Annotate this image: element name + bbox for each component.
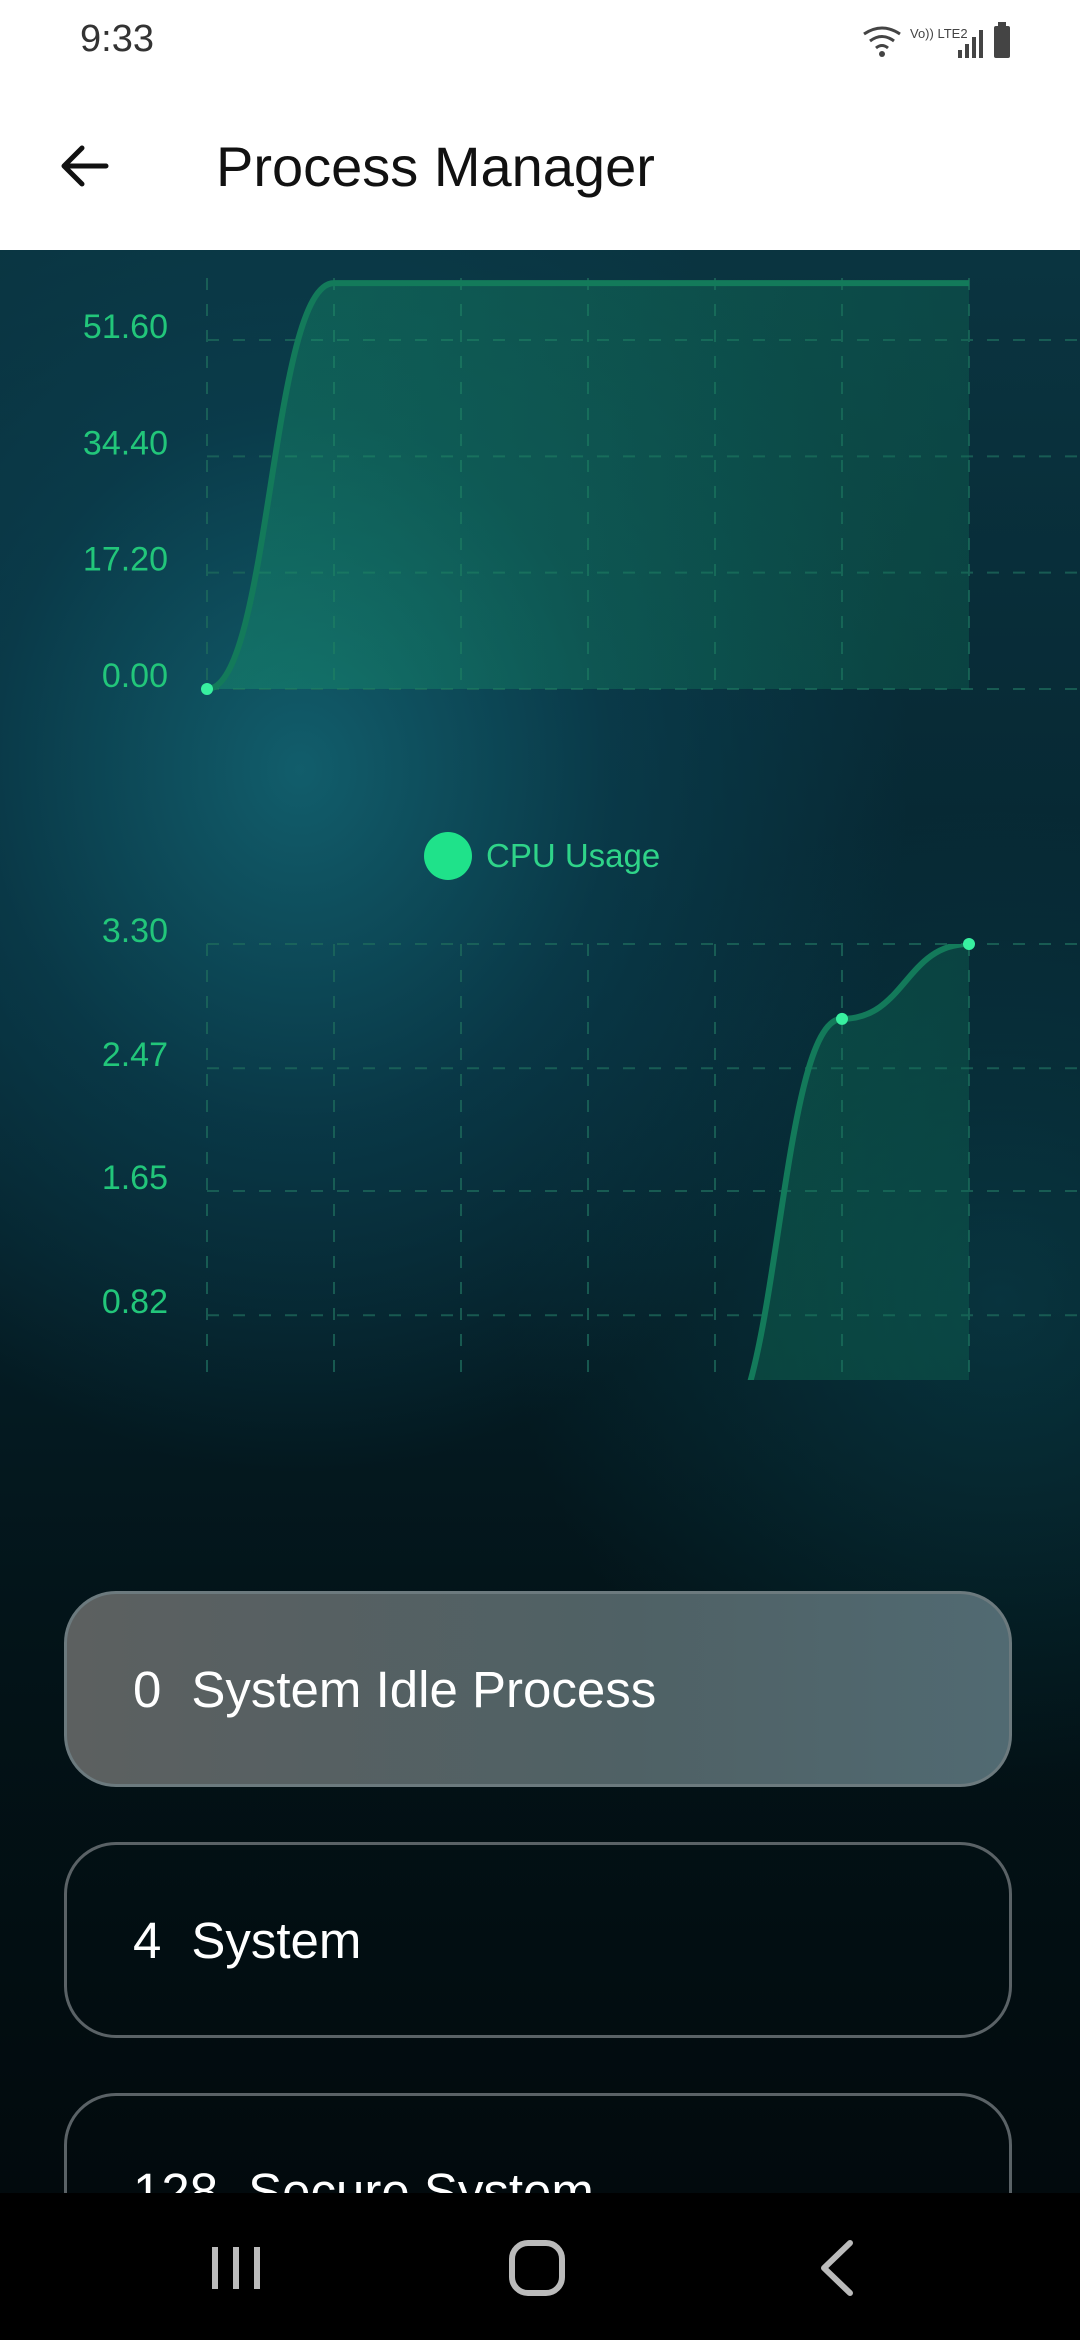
- y-tick-label: 34.40: [83, 424, 168, 462]
- back-button[interactable]: [40, 122, 128, 210]
- process-item[interactable]: 0 System Idle Process: [64, 1591, 1012, 1787]
- navigation-bar: [0, 2193, 1080, 2340]
- y-tick-label: 3.30: [102, 912, 168, 950]
- battery-icon: [994, 22, 1010, 58]
- process-item[interactable]: 128 Secure System: [64, 2093, 1012, 2193]
- memory-chart: 0.00 17.20 34.40 51.60: [0, 250, 1080, 720]
- y-tick-label: 0.00: [102, 657, 168, 695]
- data-point: [963, 938, 975, 950]
- back-chevron-icon[interactable]: [800, 2233, 880, 2303]
- main-content[interactable]: 0.00 17.20 34.40 51.60 CPU Usage 0.00 0.82 1.…: [0, 250, 1080, 2193]
- process-name: System: [191, 1911, 362, 1969]
- y-tick-label: 17.20: [83, 541, 168, 579]
- status-icons: Vo)) LTE2: [863, 22, 1010, 58]
- data-point: [836, 1012, 848, 1025]
- series-group: [206, 280, 969, 692]
- y-tick-label: 2.47: [102, 1036, 168, 1074]
- recents-icon[interactable]: [196, 2233, 276, 2303]
- status-time: 9:33: [80, 18, 154, 60]
- legend-label: CPU Usage: [486, 837, 661, 874]
- cpu-legend: CPU Usage: [424, 830, 660, 882]
- cpu-chart-svg: 0.000.821.652.473.30: [102, 912, 1080, 1380]
- legend-dot: [424, 832, 472, 880]
- y-tick-label: 1.65: [102, 1159, 168, 1197]
- data-point: [201, 683, 213, 695]
- arrow-left-icon: [61, 145, 109, 187]
- process-name: System Idle Process: [191, 1660, 657, 1718]
- status-bar: 9:33 Vo)) LTE2: [0, 0, 1080, 84]
- wifi-icon: [863, 26, 901, 50]
- home-icon[interactable]: [497, 2233, 577, 2303]
- y-tick-label: 51.60: [83, 308, 168, 346]
- memory-chart-svg: 0.00 17.20 34.40 51.60: [83, 278, 1080, 695]
- y-tick-label: 0.82: [102, 1283, 168, 1321]
- process-pid: 128: [133, 2162, 219, 2194]
- cpu-chart: 0.000.821.652.473.30: [0, 900, 1080, 1380]
- process-pid: 0: [133, 1660, 162, 1718]
- page-title: Process Manager: [216, 135, 655, 198]
- series-area: [207, 283, 969, 689]
- process-pid: 4: [133, 1911, 162, 1969]
- process-name: Secure System: [248, 2162, 594, 2194]
- process-item[interactable]: 4 System: [64, 1842, 1012, 2038]
- app-bar: Process Manager: [0, 84, 1080, 250]
- network-label: Vo)) LTE2: [910, 26, 968, 41]
